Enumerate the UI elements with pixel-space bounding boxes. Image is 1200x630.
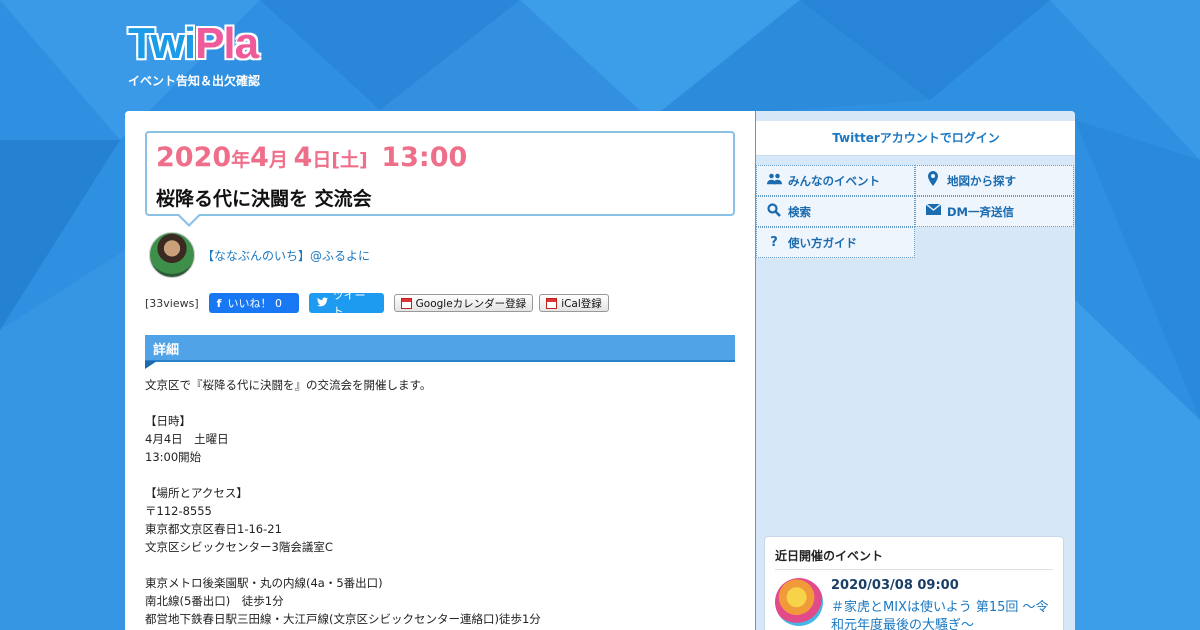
map-pin-icon bbox=[925, 171, 941, 190]
event-day: 4 bbox=[293, 142, 313, 173]
facebook-like-button[interactable]: f いいね！ 0 bbox=[208, 293, 299, 313]
event-details: 文京区で『桜降る代に決闘を』の交流会を開催します。 【日時】 4月4日 土曜日 13:… bbox=[145, 376, 735, 628]
event-year-unit: 年 bbox=[231, 149, 251, 171]
recent-event-info: 2020/03/08 09:00 ＃家虎とMIXは使いよう 第15回 ～令和元年… bbox=[831, 578, 1053, 630]
menu-label: 地図から探す bbox=[947, 173, 1016, 188]
detail-line: 【日時】 bbox=[145, 414, 191, 428]
speech-tail-inner bbox=[179, 214, 199, 224]
detail-line: 【場所とアクセス】 bbox=[145, 486, 248, 500]
recent-event-thumbnail[interactable] bbox=[775, 578, 823, 626]
organizer-avatar[interactable] bbox=[149, 232, 195, 278]
detail-blank-line bbox=[145, 466, 735, 484]
recent-event-item[interactable]: 2020/03/08 09:00 ＃家虎とMIXは使いよう 第15回 ～令和元年… bbox=[775, 578, 1053, 630]
logo-twi: Twi bbox=[128, 19, 196, 68]
logo-tagline: イベント告知＆出欠確認 bbox=[128, 74, 261, 88]
event-datetime: 2020年4月 4日[土] 13:00 bbox=[156, 141, 724, 178]
detail-line: 南北線(5番出口) 徒歩1分 bbox=[145, 594, 284, 608]
twipla-logo[interactable]: TwiPla イベント告知＆出欠確認 bbox=[128, 22, 278, 92]
menu-everyone-events[interactable]: みんなのイベント bbox=[756, 165, 915, 196]
action-bar: [33views] f いいね！ 0 ツイート Googleカレンダー登録 iC… bbox=[145, 289, 615, 318]
ical-label: iCal登録 bbox=[561, 297, 602, 310]
event-header: 2020年4月 4日[土] 13:00 桜降る代に決闘を 交流会 bbox=[145, 131, 735, 227]
detail-line: 東京メトロ後楽園駅・丸の内線(4a・5番出口) bbox=[145, 576, 383, 590]
sidebar-menu: みんなのイベント 地図から探す 検索 DM一斉送信 ? 使い方ガイド bbox=[756, 165, 1074, 258]
ical-button[interactable]: iCal登録 bbox=[539, 294, 609, 312]
facebook-icon: f bbox=[216, 296, 222, 310]
view-count: [33views] bbox=[145, 296, 199, 310]
menu-dm-broadcast[interactable]: DM一斉送信 bbox=[915, 196, 1074, 227]
detail-blank-line bbox=[145, 394, 735, 412]
tweet-button[interactable]: ツイート bbox=[308, 289, 384, 318]
event-day-unit: 日 bbox=[312, 149, 332, 171]
heading-corner bbox=[145, 361, 157, 369]
google-calendar-button[interactable]: Googleカレンダー登録 bbox=[393, 294, 534, 312]
recent-events: 近日開催のイベント 2020/03/08 09:00 ＃家虎とMIXは使いよう … bbox=[764, 536, 1064, 630]
event-month: 4 bbox=[250, 142, 269, 173]
google-calendar-label: Googleカレンダー登録 bbox=[415, 297, 527, 310]
logo-pla: Pla bbox=[195, 19, 259, 68]
event-title: 桜降る代に決闘を 交流会 bbox=[156, 188, 372, 210]
organizer: 【ななぶんのいち】@ふるよに bbox=[149, 232, 370, 278]
menu-map-search[interactable]: 地図から探す bbox=[915, 165, 1074, 196]
menu-label: 検索 bbox=[788, 204, 811, 219]
menu-label: みんなのイベント bbox=[788, 173, 880, 188]
menu-label: DM一斉送信 bbox=[947, 204, 1014, 219]
recent-events-title: 近日開催のイベント bbox=[775, 547, 1053, 570]
detail-line: 東京都文京区春日1-16-21 bbox=[145, 522, 282, 536]
detail-line: 4月4日 土曜日 bbox=[145, 432, 229, 446]
detail-line: 〒112-8555 bbox=[145, 504, 212, 518]
detail-line: 文京区で『桜降る代に決闘を』の交流会を開催します。 bbox=[145, 378, 432, 392]
detail-line: 文京区シビックセンター3階会議室C bbox=[145, 540, 333, 554]
detail-blank-line bbox=[145, 556, 735, 574]
menu-search[interactable]: 検索 bbox=[756, 196, 915, 227]
twitter-login-button[interactable]: Twitterアカウントでログイン bbox=[756, 121, 1075, 156]
main-column: 2020年4月 4日[土] 13:00 桜降る代に決闘を 交流会 【ななぶんのい… bbox=[125, 111, 755, 630]
menu-label: 使い方ガイド bbox=[788, 235, 857, 250]
menu-guide[interactable]: ? 使い方ガイド bbox=[756, 227, 915, 258]
twitter-bird-icon bbox=[316, 296, 328, 310]
recent-event-link[interactable]: ＃家虎とMIXは使いよう 第15回 ～令和元年度最後の大騒ぎ～ bbox=[831, 599, 1053, 630]
event-year: 2020 bbox=[156, 142, 232, 173]
mail-icon bbox=[925, 203, 941, 219]
calendar-icon bbox=[400, 297, 412, 309]
detail-line: 都営地下鉄春日駅三田線・大江戸線(文京区シビックセンター連絡口)徒歩1分 bbox=[145, 612, 541, 626]
organizer-link[interactable]: 【ななぶんのいち】@ふるよに bbox=[202, 247, 370, 264]
users-icon bbox=[766, 173, 782, 189]
event-time: 13:00 bbox=[381, 142, 468, 173]
sidebar: Twitterアカウントでログイン みんなのイベント 地図から探す 検索 DM一… bbox=[755, 111, 1075, 630]
menu-empty-cell bbox=[915, 227, 1074, 258]
logo-wordmark: TwiPla bbox=[128, 22, 278, 66]
content-container: 2020年4月 4日[土] 13:00 桜降る代に決闘を 交流会 【ななぶんのい… bbox=[125, 111, 1075, 630]
question-icon: ? bbox=[770, 235, 778, 250]
search-icon bbox=[766, 202, 782, 221]
details-heading-text: 詳細 bbox=[153, 343, 180, 358]
recent-event-date: 2020/03/08 09:00 bbox=[831, 578, 959, 593]
calendar-icon bbox=[546, 297, 558, 309]
event-weekday: [土] bbox=[331, 149, 368, 171]
tweet-label: ツイート bbox=[332, 289, 366, 318]
event-month-unit: 月 bbox=[268, 149, 288, 171]
details-heading: 詳細 bbox=[145, 335, 735, 369]
detail-line: 13:00開始 bbox=[145, 450, 202, 464]
like-label: いいね！ 0 bbox=[227, 297, 282, 310]
